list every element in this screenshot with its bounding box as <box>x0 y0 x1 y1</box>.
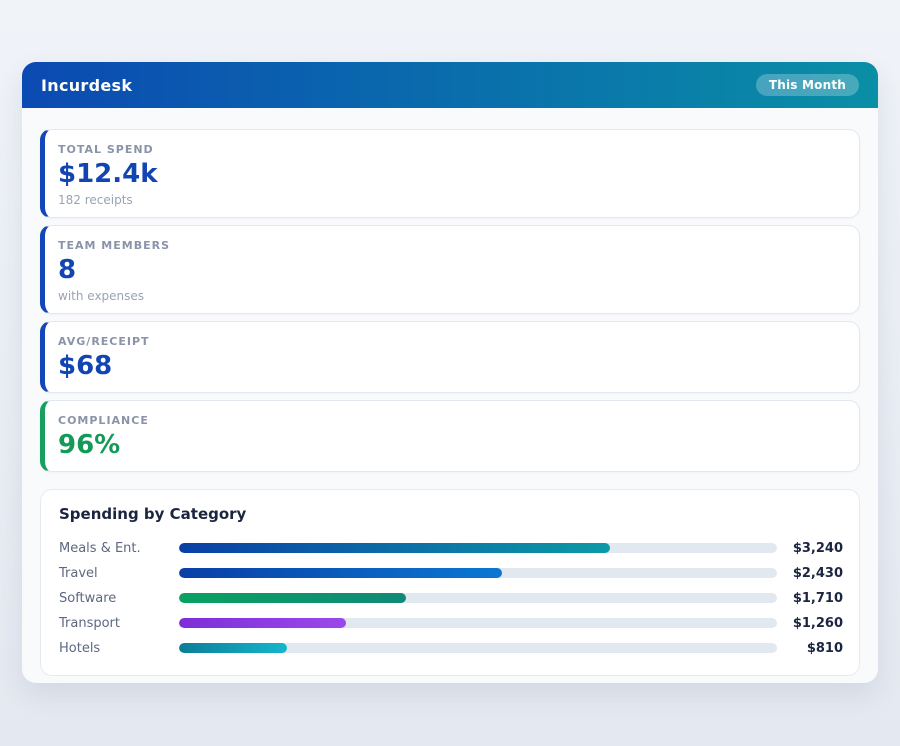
bar-fill <box>179 568 502 578</box>
stat-sub: 182 receipts <box>58 193 845 207</box>
bar-fill <box>179 593 406 603</box>
category-value: $2,430 <box>777 566 843 581</box>
dashboard-content: TOTAL SPEND $12.4k 182 receipts TEAM MEM… <box>22 108 878 676</box>
stat-value: $68 <box>58 352 845 382</box>
app-header: Incurdesk This Month <box>22 62 878 108</box>
category-row-software: Software $1,710 <box>59 586 843 611</box>
stat-card-team-members: TEAM MEMBERS 8 with expenses <box>40 225 860 314</box>
stat-card-total-spend: TOTAL SPEND $12.4k 182 receipts <box>40 129 860 218</box>
stat-card-compliance: COMPLIANCE 96% <box>40 400 860 472</box>
bar-track <box>179 543 777 553</box>
bar-track <box>179 593 777 603</box>
category-label: Transport <box>59 616 179 631</box>
category-row-travel: Travel $2,430 <box>59 561 843 586</box>
category-row-meals: Meals & Ent. $3,240 <box>59 536 843 561</box>
category-value: $3,240 <box>777 541 843 556</box>
category-label: Software <box>59 591 179 606</box>
stat-value: 96% <box>58 431 845 461</box>
period-filter-badge[interactable]: This Month <box>756 74 859 96</box>
chart-title: Spending by Category <box>59 505 843 523</box>
stat-value: 8 <box>58 256 845 286</box>
category-label: Travel <box>59 566 179 581</box>
dashboard-card: Incurdesk This Month TOTAL SPEND $12.4k … <box>22 62 878 683</box>
stat-label: AVG/RECEIPT <box>58 335 845 348</box>
stat-label: TEAM MEMBERS <box>58 239 845 252</box>
spending-by-category-card: Spending by Category Meals & Ent. $3,240… <box>40 489 860 676</box>
stat-label: TOTAL SPEND <box>58 143 845 156</box>
category-label: Meals & Ent. <box>59 541 179 556</box>
stat-label: COMPLIANCE <box>58 414 845 427</box>
bar-track <box>179 568 777 578</box>
stat-card-avg-receipt: AVG/RECEIPT $68 <box>40 321 860 393</box>
bar-fill <box>179 543 610 553</box>
category-value: $1,710 <box>777 591 843 606</box>
category-value: $1,260 <box>777 616 843 631</box>
bar-fill <box>179 618 346 628</box>
category-label: Hotels <box>59 641 179 656</box>
category-value: $810 <box>777 641 843 656</box>
bar-track <box>179 643 777 653</box>
category-row-transport: Transport $1,260 <box>59 611 843 636</box>
bar-track <box>179 618 777 628</box>
bar-fill <box>179 643 287 653</box>
stat-sub: with expenses <box>58 289 845 303</box>
category-row-hotels: Hotels $810 <box>59 636 843 661</box>
stat-value: $12.4k <box>58 160 845 190</box>
app-title: Incurdesk <box>41 76 132 95</box>
